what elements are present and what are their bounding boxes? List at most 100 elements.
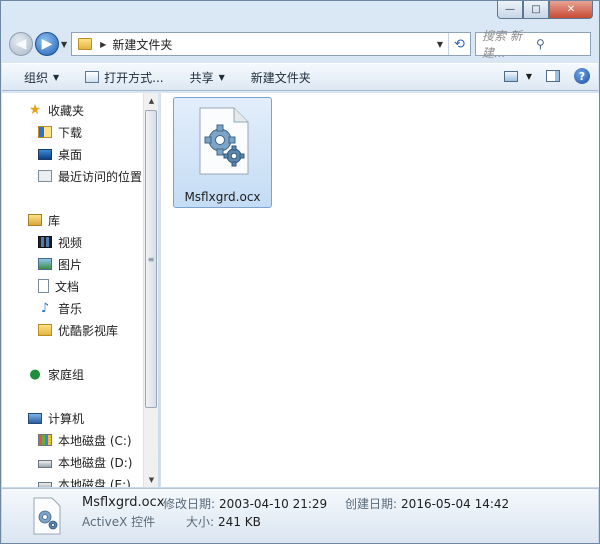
organize-button[interactable]: 组织 ▼ xyxy=(24,69,59,86)
homegroup-icon: ● xyxy=(29,366,41,382)
file-item[interactable]: Msflxgrd.ocx xyxy=(173,97,272,208)
open-with-label: 打开方式... xyxy=(104,70,164,85)
chevron-down-icon[interactable]: ▼ xyxy=(432,40,448,49)
open-with-icon xyxy=(85,71,100,83)
nav-recent[interactable]: 最近访问的位置 xyxy=(2,165,142,187)
nav-drive-c[interactable]: 本地磁盘 (C:) xyxy=(2,429,142,451)
system-drive-icon xyxy=(38,434,52,446)
chevron-down-icon: ▼ xyxy=(218,72,225,82)
preview-pane-icon[interactable] xyxy=(546,70,560,82)
document-icon xyxy=(38,279,49,293)
file-list: Msflxgrd.ocx xyxy=(160,93,599,487)
magnifier-icon[interactable]: ⚲ xyxy=(536,37,590,51)
modified-value: 2003-04-10 21:29 xyxy=(219,497,328,511)
nav-desktop-label: 桌面 xyxy=(58,147,83,162)
modified-label: 修改日期: xyxy=(163,497,216,511)
music-note-icon: ♪ xyxy=(40,300,50,316)
share-label: 共享 xyxy=(189,70,214,85)
nav-tree: ★ 收藏夹 下载 桌面 最近访问的位置 库 视频 图片 文档 ♪ 音乐 优酷影视… xyxy=(2,99,142,487)
details-pane: Msflxgrd.ocx ActiveX 控件 修改日期: 2003-04-10 … xyxy=(2,488,598,543)
chevron-right-icon[interactable]: ▶ xyxy=(100,40,106,49)
arrow-left-icon: ◀ xyxy=(15,36,27,52)
nav-favorites[interactable]: ★ 收藏夹 xyxy=(2,99,142,121)
video-icon xyxy=(38,236,52,248)
scroll-up-icon[interactable]: ▲ xyxy=(144,93,158,108)
navigation-pane: ★ 收藏夹 下载 桌面 最近访问的位置 库 视频 图片 文档 ♪ 音乐 优酷影视… xyxy=(2,93,158,487)
chevron-down-icon[interactable]: ▼ xyxy=(526,72,532,81)
command-bar: 组织 ▼ 打开方式... 共享 ▼ 新建文件夹 ▼ ? xyxy=(2,63,598,91)
file-name: Msflxgrd.ocx xyxy=(184,190,261,204)
gear-document-icon xyxy=(33,497,61,535)
minimize-button[interactable]: — xyxy=(497,1,523,19)
arrow-right-icon: ▶ xyxy=(41,36,53,52)
nav-pictures[interactable]: 图片 xyxy=(2,253,142,275)
chevron-down-icon: ▼ xyxy=(53,72,60,82)
details-size: 大小: 241 KB xyxy=(186,513,261,530)
share-button[interactable]: 共享 ▼ xyxy=(190,69,225,86)
help-icon[interactable]: ? xyxy=(574,68,590,84)
view-controls: ▼ ? xyxy=(503,68,590,84)
nav-drive-d-label: 本地磁盘 (D:) xyxy=(58,455,133,470)
nav-youku[interactable]: 优酷影视库 xyxy=(2,319,142,341)
nav-music-label: 音乐 xyxy=(58,301,83,316)
new-folder-button[interactable]: 新建文件夹 xyxy=(251,69,311,86)
forward-button[interactable]: ▶ xyxy=(35,32,59,56)
hard-drive-icon xyxy=(38,459,52,468)
nav-youku-label: 优酷影视库 xyxy=(58,323,119,338)
nav-favorites-label: 收藏夹 xyxy=(48,103,85,118)
change-view-icon[interactable] xyxy=(503,70,518,82)
caption-buttons: — □ ✕ xyxy=(497,1,593,19)
maximize-button[interactable]: □ xyxy=(523,1,549,19)
created-value: 2016-05-04 14:42 xyxy=(401,497,510,511)
nav-drive-e[interactable]: 本地磁盘 (E:) xyxy=(2,473,142,487)
nav-homegroup-label: 家庭组 xyxy=(48,367,85,382)
size-label: 大小: xyxy=(186,515,215,529)
downloads-folder-icon xyxy=(38,126,52,138)
back-button[interactable]: ◀ xyxy=(9,32,33,56)
nav-libraries[interactable]: 库 xyxy=(2,209,142,231)
nav-drive-d[interactable]: 本地磁盘 (D:) xyxy=(2,451,142,473)
address-row: ◀ ▶ ▼ ▶ 新建文件夹 ▼ ⟲ 搜索 新建... ⚲ xyxy=(9,29,591,60)
close-button[interactable]: ✕ xyxy=(549,1,593,19)
nav-music[interactable]: ♪ 音乐 xyxy=(2,297,142,319)
nav-downloads[interactable]: 下载 xyxy=(2,121,142,143)
nav-documents-label: 文档 xyxy=(55,279,80,294)
gear-document-icon xyxy=(199,107,249,175)
scroll-down-icon[interactable]: ▼ xyxy=(144,472,158,487)
nav-recent-label: 最近访问的位置 xyxy=(58,169,143,184)
address-bar[interactable]: ▶ 新建文件夹 ▼ ⟲ xyxy=(71,32,471,56)
details-modified: 修改日期: 2003-04-10 21:29 xyxy=(163,495,327,512)
breadcrumb-folder[interactable]: 新建文件夹 xyxy=(112,36,432,53)
new-folder-label: 新建文件夹 xyxy=(250,70,311,85)
nav-desktop[interactable]: 桌面 xyxy=(2,143,142,165)
created-label: 创建日期: xyxy=(345,497,398,511)
nav-scrollbar[interactable]: ▲ ≡ ▼ xyxy=(143,93,158,487)
nav-homegroup[interactable]: ● 家庭组 xyxy=(2,363,142,385)
folder-icon xyxy=(38,324,52,336)
minimize-icon: — xyxy=(505,4,515,15)
scroll-thumb[interactable]: ≡ xyxy=(145,110,157,408)
search-placeholder: 搜索 新建... xyxy=(482,29,522,60)
folder-icon xyxy=(78,38,93,50)
close-icon: ✕ xyxy=(566,4,576,15)
nav-downloads-label: 下载 xyxy=(58,125,83,140)
nav-computer[interactable]: 计算机 xyxy=(2,407,142,429)
desktop-icon xyxy=(38,148,52,160)
explorer-window: — □ ✕ ◀ ▶ ▼ ▶ 新建文件夹 ▼ ⟲ 搜索 新建... ⚲ 组织 ▼ 打… xyxy=(0,0,600,544)
nav-pictures-label: 图片 xyxy=(58,257,83,272)
nav-computer-label: 计算机 xyxy=(48,411,85,426)
recent-pages-dropdown[interactable]: ▼ xyxy=(61,40,67,49)
maximize-icon: □ xyxy=(531,4,541,15)
refresh-button[interactable]: ⟲ xyxy=(448,33,470,55)
open-with-button[interactable]: 打开方式... xyxy=(85,69,164,86)
nav-documents[interactable]: 文档 xyxy=(2,275,142,297)
details-created: 创建日期: 2016-05-04 14:42 xyxy=(345,495,509,512)
nav-videos[interactable]: 视频 xyxy=(2,231,142,253)
details-file-name: Msflxgrd.ocx xyxy=(82,495,165,510)
star-icon: ★ xyxy=(28,102,42,118)
computer-icon xyxy=(28,412,42,424)
search-input[interactable]: 搜索 新建... ⚲ xyxy=(475,29,591,60)
